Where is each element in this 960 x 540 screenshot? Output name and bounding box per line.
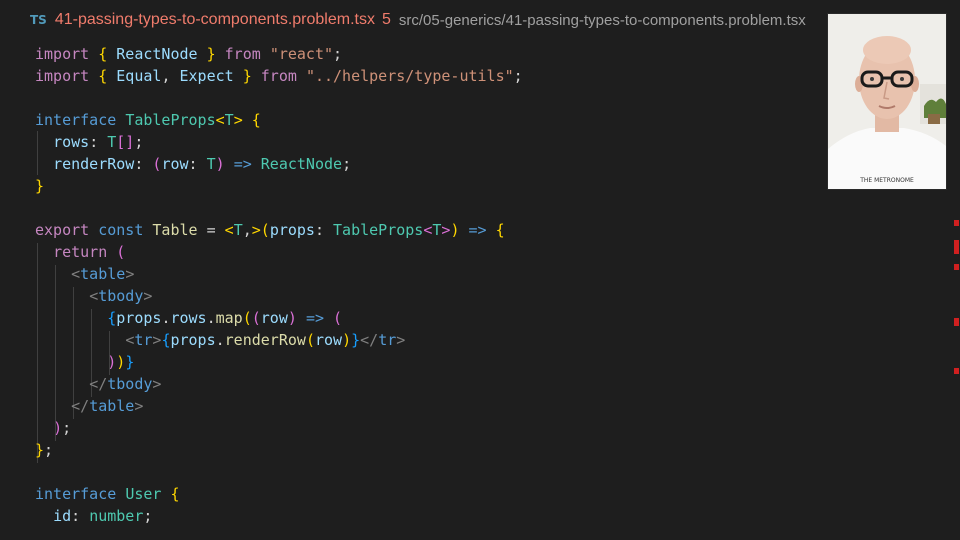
code-line-18: ); xyxy=(53,419,72,437)
code-editor[interactable]: import { ReactNode } from "react"; impor… xyxy=(0,43,945,540)
code-line-2: import { Equal, Expect } from "../helper… xyxy=(35,67,523,85)
error-marker xyxy=(954,318,959,326)
shirt-text: THE METRONOME xyxy=(860,177,914,184)
code-line-12: <tbody> xyxy=(89,287,153,305)
presenter-video xyxy=(828,14,946,189)
editor-tab[interactable]: TS 41-passing-types-to-components.proble… xyxy=(0,0,960,40)
code-line-21: interface User { xyxy=(35,485,180,503)
code-line-17: </table> xyxy=(71,397,144,415)
code-line-10: return ( xyxy=(53,243,126,261)
code-line-9: export const Table = <T,>(props: TablePr… xyxy=(35,221,505,239)
code-line-6: renderRow: (row: T) => ReactNode; xyxy=(53,155,352,173)
typescript-file-icon: TS xyxy=(30,13,47,27)
code-line-5: rows: T[]; xyxy=(53,133,144,151)
problem-count-badge: 5 xyxy=(381,11,391,28)
vertical-scrollbar[interactable] xyxy=(945,0,960,540)
code-line-15: ))} xyxy=(107,353,135,371)
error-marker xyxy=(954,368,959,374)
code-line-11: <table> xyxy=(71,265,135,283)
code-line-13: {props.rows.map((row) => ( xyxy=(107,309,343,327)
code-line-16: </tbody> xyxy=(89,375,162,393)
webcam-overlay: THE METRONOME xyxy=(827,13,947,190)
code-line-4: interface TableProps<T> { xyxy=(35,111,261,129)
error-marker xyxy=(954,264,959,270)
code-line-7: } xyxy=(35,177,45,195)
file-path-breadcrumb: src/05-generics/41-passing-types-to-comp… xyxy=(398,11,806,29)
code-line-22: id: number; xyxy=(53,507,153,525)
error-marker xyxy=(954,220,959,226)
code-line-19: }; xyxy=(35,441,54,459)
tab-filename[interactable]: 41-passing-types-to-components.problem.t… xyxy=(55,11,375,29)
code-line-14: <tr>{props.renderRow(row)}</tr> xyxy=(125,331,406,349)
code-line-1: import { ReactNode } from "react"; xyxy=(35,45,343,63)
error-marker xyxy=(954,240,959,254)
